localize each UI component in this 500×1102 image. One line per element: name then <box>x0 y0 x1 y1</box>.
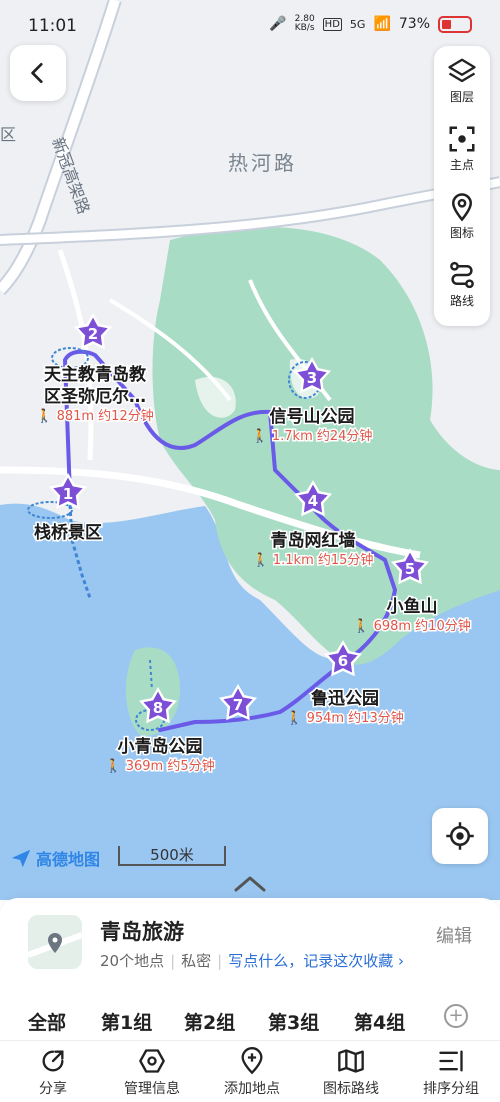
map-pin-icon <box>451 193 473 222</box>
mic-icon: 🎤 <box>269 16 287 32</box>
marker-number: 7 <box>233 696 243 714</box>
locate-button[interactable] <box>432 808 488 864</box>
status-time: 11:01 <box>28 16 77 36</box>
layers-label: 图层 <box>449 90 474 104</box>
privacy-label[interactable]: 私密 <box>181 950 211 971</box>
walk-distance: 🚶 698m 约10分钟 <box>353 618 470 634</box>
add-location-icon <box>241 1047 263 1075</box>
amap-logo-icon <box>11 849 31 868</box>
layers-icon <box>448 58 476 83</box>
battery-percent: 73% <box>398 16 430 32</box>
road-label-rehe: 热河路 <box>228 151 297 175</box>
map-route-tab[interactable]: 图标路线 <box>306 1047 396 1098</box>
meta-separator: | <box>217 951 223 970</box>
map-route-label: 图标路线 <box>323 1081 379 1097</box>
sort-group-label: 排序分组 <box>423 1081 479 1097</box>
walk-distance: 🚶 954m 约13分钟 <box>286 710 403 726</box>
trip-map-icon <box>28 915 82 969</box>
route-label: 路线 <box>449 294 474 308</box>
group-tab-3[interactable]: 第3组 <box>268 1008 319 1035</box>
marker-number: 1 <box>63 485 73 503</box>
place-name: 小鱼山 <box>387 596 438 617</box>
sort-group-icon <box>439 1050 463 1072</box>
add-location-tab[interactable]: 添加地点 <box>207 1047 297 1098</box>
wifi-icon: 📶 <box>373 16 391 32</box>
map-tool-panel: 图层 主点 图标 路线 <box>434 46 490 326</box>
trip-meta: 20个地点 | 私密 | 写点什么，记录这次收藏 › <box>100 950 404 971</box>
marker-number: 4 <box>308 492 318 510</box>
share-label: 分享 <box>39 1081 67 1097</box>
main-point-button[interactable]: 主点 <box>434 118 490 184</box>
place-name: 栈桥景区 <box>34 522 102 543</box>
bottom-toolbar: 分享 管理信息 添加地点 图标路线 排序分组 <box>0 1040 500 1102</box>
marker-number: 2 <box>88 325 98 343</box>
meta-separator: | <box>170 951 176 970</box>
sheet-handle-icon[interactable] <box>232 872 268 894</box>
trip-title: 青岛旅游 <box>100 920 184 944</box>
map-canvas[interactable]: 热河路 新冠高架路 区 1栈桥景区2天主教青岛教区圣弥厄尔…🚶 881m 约12… <box>0 0 500 900</box>
write-note-link[interactable]: 写点什么，记录这次收藏 › <box>228 950 404 971</box>
place-name: 小青岛公园 <box>118 736 203 757</box>
share-icon <box>42 1050 64 1072</box>
signal-label: 5G <box>349 17 366 31</box>
marker-number: 5 <box>405 560 415 578</box>
layers-button[interactable]: 图层 <box>434 50 490 116</box>
trip-thumbnail[interactable] <box>28 915 82 969</box>
net-unit: KB/s <box>294 23 315 33</box>
place-name: 区圣弥厄尔… <box>44 386 146 407</box>
marker-number: 3 <box>307 369 317 387</box>
place-name: 鲁迅公园 <box>311 688 379 709</box>
walk-distance: 🚶 1.1km 约15分钟 <box>253 552 374 568</box>
group-tab-4[interactable]: 第4组 <box>354 1008 405 1035</box>
back-button[interactable] <box>10 45 66 101</box>
place-count: 20个地点 <box>100 952 165 970</box>
road-label-district: 区 <box>0 125 16 144</box>
edit-button[interactable]: 编辑 <box>436 922 472 948</box>
route-icon <box>450 261 474 289</box>
focus-icon <box>449 126 475 152</box>
walk-distance: 🚶 881m 约12分钟 <box>36 408 153 424</box>
walk-distance: 🚶 1.7km 约24分钟 <box>252 428 373 444</box>
map-scale: 500米 <box>118 846 226 866</box>
manage-info-icon <box>139 1049 165 1073</box>
group-tab-2[interactable]: 第2组 <box>184 1008 235 1035</box>
plus-icon: + <box>448 1005 464 1026</box>
place-name: 信号山公园 <box>270 406 355 427</box>
chevron-left-icon <box>31 62 43 84</box>
main-point-label: 主点 <box>449 158 474 172</box>
add-group-button[interactable]: + <box>444 1004 468 1028</box>
map-route-icon <box>338 1049 364 1073</box>
add-location-label: 添加地点 <box>224 1081 280 1097</box>
brand-text: 高德地图 <box>36 850 101 869</box>
group-tab-1[interactable]: 第1组 <box>101 1008 152 1035</box>
walk-distance: 🚶 369m 约5分钟 <box>105 758 214 774</box>
map-brand: 高德地图 <box>10 846 100 870</box>
scale-label: 500米 <box>150 846 194 864</box>
hd-badge: HD <box>322 17 342 31</box>
sort-group-tab[interactable]: 排序分组 <box>406 1047 496 1098</box>
icon-button[interactable]: 图标 <box>434 186 490 252</box>
share-tab[interactable]: 分享 <box>8 1047 98 1098</box>
manage-info-tab[interactable]: 管理信息 <box>107 1047 197 1098</box>
status-bar: 11:01 🎤 2.80 KB/s HD 5G 📶 73% <box>0 0 500 50</box>
icon-label: 图标 <box>449 226 474 240</box>
manage-info-label: 管理信息 <box>124 1081 180 1097</box>
battery-icon <box>438 15 472 33</box>
marker-number: 8 <box>153 699 163 717</box>
crosshair-icon <box>446 822 474 850</box>
group-tab-all[interactable]: 全部 <box>28 1008 66 1035</box>
place-name: 青岛网红墙 <box>271 530 356 551</box>
route-button[interactable]: 路线 <box>434 254 490 320</box>
place-name: 天主教青岛教 <box>44 364 147 385</box>
marker-number: 6 <box>338 652 348 670</box>
